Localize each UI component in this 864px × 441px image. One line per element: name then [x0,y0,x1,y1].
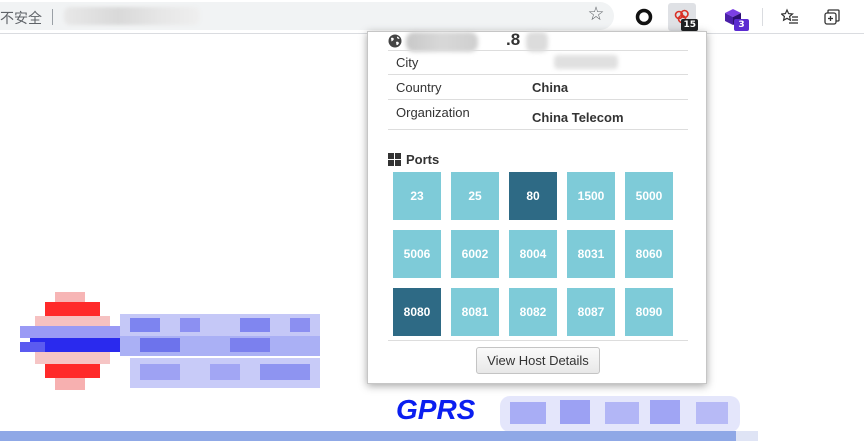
not-secure-label[interactable]: 不安全 [0,8,42,28]
page-bottom-bar [0,431,736,441]
page-bottom-bar-end [736,431,758,441]
port-8080-tile[interactable]: 8080 [393,288,441,336]
port-8081-tile[interactable]: 8081 [451,288,499,336]
port-6002-tile[interactable]: 6002 [451,230,499,278]
view-host-details-button[interactable]: View Host Details [476,347,600,374]
port-8090-tile[interactable]: 8090 [625,288,673,336]
info-row-city: City [388,50,688,74]
address-separator [52,9,53,25]
port-25-tile[interactable]: 25 [451,172,499,220]
opera-extension-button[interactable] [630,3,658,31]
port-5000-tile[interactable]: 5000 [625,172,673,220]
ports-header: Ports [388,152,439,167]
info-table-bottom-border [388,129,688,130]
url-text-obscured[interactable] [64,7,200,25]
purple-extension-button[interactable]: 3 [719,3,749,31]
collections-button[interactable] [818,3,846,31]
info-value: China Telecom [532,110,624,125]
bookmark-star-icon[interactable]: ☆ [584,3,608,27]
site-brand-obscured [120,314,320,390]
site-logo-obscured [20,292,120,398]
browser-toolbar: 不安全 ☆ 15 3 [0,0,864,34]
port-23-tile[interactable]: 23 [393,172,441,220]
ip-address-obscured [406,32,478,52]
favorites-list-button[interactable] [776,3,804,31]
ip-address-fragment: .8 [506,30,521,49]
globe-icon [388,34,402,48]
info-label: Organization [396,105,470,120]
info-row-organization: Organization China Telecom [388,99,688,129]
address-bar[interactable]: 不安全 [0,2,614,30]
shodan-badge: 15 [681,19,698,31]
collections-icon [824,9,840,25]
shodan-extension-button[interactable]: 15 [668,3,698,31]
port-5006-tile[interactable]: 5006 [393,230,441,278]
gprs-heading: GPRS [396,394,476,425]
port-8004-tile[interactable]: 8004 [509,230,557,278]
port-1500-tile[interactable]: 1500 [567,172,615,220]
popup-divider [388,340,688,341]
port-8082-tile[interactable]: 8082 [509,288,557,336]
info-row-country: Country China [388,74,688,99]
favorites-list-icon [781,8,798,24]
shodan-popup: .8 City Country China Organization China… [367,30,707,384]
port-8060-tile[interactable]: 8060 [625,230,673,278]
info-label: Country [396,80,442,95]
city-value-obscured [554,55,618,69]
port-8031-tile[interactable]: 8031 [567,230,615,278]
opera-icon [635,8,653,26]
ports-title: Ports [406,152,440,167]
port-80-tile[interactable]: 80 [509,172,557,220]
info-label: City [396,55,419,70]
port-8087-tile[interactable]: 8087 [567,288,615,336]
info-value: China [532,80,569,95]
host-ip-row: .8 [388,30,688,52]
toolbar-separator [762,8,763,26]
grid-icon [388,153,401,166]
purple-badge: 3 [734,19,749,31]
ip-address-obscured-end [526,32,548,52]
gprs-heading-obscured [500,396,740,432]
